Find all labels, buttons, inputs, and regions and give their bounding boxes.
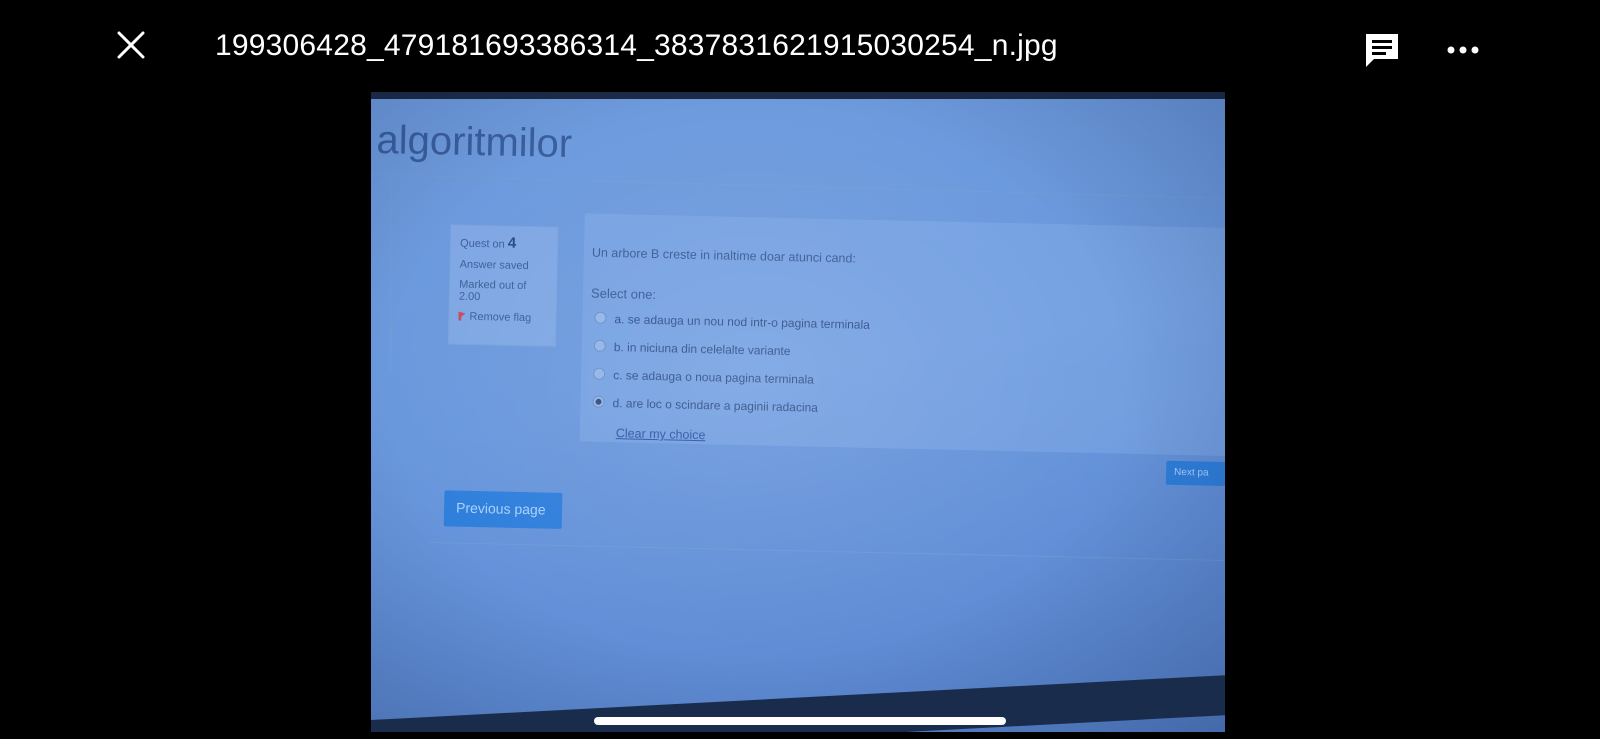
radio-button-b[interactable] — [593, 339, 606, 352]
file-name-title: 199306428_479181693386314_38378316219150… — [215, 29, 1058, 62]
next-page-button[interactable]: Next pa — [1165, 460, 1225, 487]
close-icon — [117, 31, 145, 59]
marked-value: 2.00 — [458, 290, 481, 304]
viewer-top-bar: 199306428_479181693386314_38378316219150… — [0, 0, 1600, 92]
clear-choice-link[interactable]: Clear my choice — [616, 426, 706, 442]
flag-icon — [458, 312, 465, 321]
left-panel-edge — [371, 177, 391, 372]
remove-flag-label: Remove flag — [469, 310, 532, 325]
question-number: 4 — [507, 234, 517, 252]
home-indicator-bar[interactable] — [594, 717, 1006, 725]
more-options-button[interactable] — [1446, 34, 1486, 64]
comment-icon — [1366, 34, 1398, 67]
heading-divider — [371, 174, 1225, 200]
more-options-icon — [1447, 46, 1479, 54]
comment-button[interactable] — [1363, 31, 1403, 71]
question-number-row: Quest on 4 — [460, 234, 548, 253]
question-info-box: Quest on 4 Answer saved Marked out of 2.… — [447, 224, 559, 347]
radio-button-c[interactable] — [593, 367, 606, 380]
content-bottom-divider — [427, 541, 1225, 562]
radio-button-a[interactable] — [594, 311, 607, 324]
select-one-label: Select one: — [590, 285, 657, 303]
close-button[interactable] — [116, 30, 156, 70]
remove-flag-link[interactable]: Remove flag — [458, 311, 546, 325]
previous-page-button[interactable]: Previous page — [443, 490, 563, 529]
answer-status: Answer saved — [459, 258, 529, 273]
radio-button-d[interactable] — [592, 395, 605, 408]
monitor-bezel-top — [371, 92, 1225, 99]
photo-image: algoritmilor Quest on 4 Answer saved Mar… — [371, 92, 1225, 732]
page-heading: algoritmilor — [376, 118, 573, 167]
question-label: Quest on — [459, 237, 505, 251]
